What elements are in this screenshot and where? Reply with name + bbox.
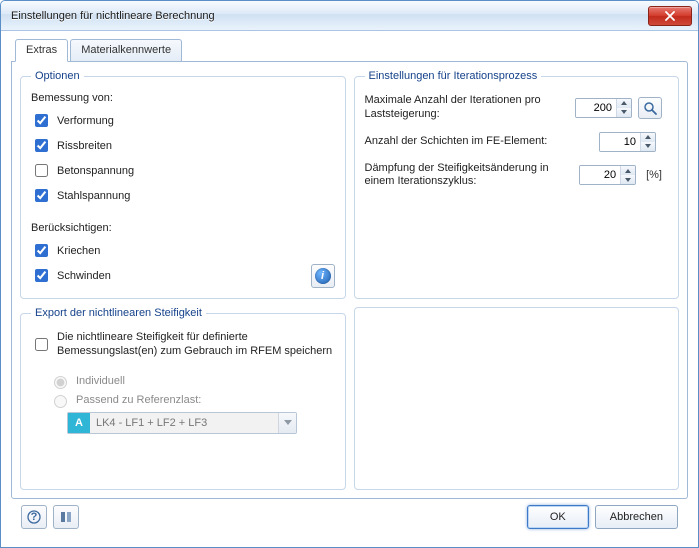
max-iter-label: Maximale Anzahl der Iterationen pro Last… [365, 94, 570, 122]
combo-badge: A [68, 413, 90, 433]
tab-extras[interactable]: Extras [15, 39, 68, 62]
cancel-button[interactable]: Abbrechen [595, 505, 678, 529]
client-area: Extras Materialkennwerte Optionen Bemess… [1, 31, 698, 547]
chevron-down-icon [645, 144, 651, 148]
chk-rissbreiten-input[interactable] [35, 139, 48, 152]
combo-dropdown-button [278, 413, 296, 433]
title-bar: Einstellungen für nichtlineare Berechnun… [1, 1, 698, 31]
reference-load-combo: A LK4 - LF1 + LF2 + LF3 [67, 412, 297, 434]
tab-materials-label: Materialkennwerte [81, 44, 171, 56]
chk-verformung-input[interactable] [35, 114, 48, 127]
radio-passend: Passend zu Referenzlast: [49, 392, 335, 408]
max-iter-up[interactable] [617, 99, 631, 108]
chk-store-stiffness-input[interactable] [35, 338, 48, 351]
beruecksichtigen-label: Berücksichtigen: [31, 222, 112, 234]
chk-schwinden-label: Schwinden [57, 270, 111, 282]
tab-materials[interactable]: Materialkennwerte [70, 39, 182, 62]
chevron-down-icon [284, 420, 292, 425]
radio-passend-input [54, 395, 67, 408]
chevron-down-icon [621, 110, 627, 114]
cancel-button-label: Abbrechen [610, 511, 663, 523]
chk-stahlspannung-label: Stahlspannung [57, 190, 130, 202]
chk-schwinden-input[interactable] [35, 269, 48, 282]
chk-betonspannung-label: Betonspannung [57, 165, 134, 177]
settings-button[interactable] [53, 505, 79, 529]
close-icon [665, 11, 675, 21]
chk-verformung-label: Verformung [57, 115, 114, 127]
damping-input[interactable] [580, 166, 620, 184]
combo-text: LK4 - LF1 + LF2 + LF3 [90, 413, 278, 433]
ok-button-label: OK [550, 511, 566, 523]
dialog-window: Einstellungen für nichtlineare Berechnun… [0, 0, 699, 548]
chk-store-stiffness[interactable]: Die nichtlineare Steifigkeit für definie… [31, 330, 335, 359]
chk-rissbreiten-label: Rissbreiten [57, 140, 112, 152]
chk-kriechen-label: Kriechen [57, 245, 100, 257]
group-export-legend: Export der nichtlinearen Steifigkeit [31, 307, 206, 319]
bemessung-von-label: Bemessung von: [31, 92, 335, 104]
group-options: Optionen Bemessung von: Verformung Rissb… [20, 70, 346, 299]
dialog-title: Einstellungen für nichtlineare Berechnun… [11, 10, 215, 22]
max-iter-spinner[interactable] [575, 98, 632, 118]
radio-passend-label: Passend zu Referenzlast: [76, 394, 201, 406]
tab-strip: Extras Materialkennwerte [11, 39, 688, 62]
layers-down[interactable] [641, 142, 655, 151]
layers-label: Anzahl der Schichten im FE-Element: [365, 135, 594, 149]
chk-betonspannung-input[interactable] [35, 164, 48, 177]
chk-stahlspannung[interactable]: Stahlspannung [31, 186, 335, 205]
chevron-down-icon [625, 178, 631, 182]
damping-up[interactable] [621, 166, 635, 175]
dialog-footer: ? OK Abbrechen [11, 499, 688, 539]
damping-label: Dämpfung der Steifigkeitsänderung in ein… [365, 162, 574, 190]
damping-unit: [%] [642, 169, 662, 181]
chk-verformung[interactable]: Verformung [31, 111, 335, 130]
layers-spinner[interactable] [599, 132, 656, 152]
chevron-up-icon [621, 101, 627, 105]
chevron-up-icon [625, 169, 631, 173]
radio-individuell-label: Individuell [76, 375, 125, 387]
info-icon: i [315, 268, 331, 284]
chk-kriechen-input[interactable] [35, 244, 48, 257]
layers-up[interactable] [641, 133, 655, 142]
empty-panel [354, 307, 680, 490]
group-options-legend: Optionen [31, 70, 84, 82]
group-iteration: Einstellungen für Iterationsprozess Maxi… [354, 70, 680, 299]
svg-text:?: ? [31, 511, 38, 523]
ok-button[interactable]: OK [527, 505, 589, 529]
chk-rissbreiten[interactable]: Rissbreiten [31, 136, 335, 155]
tab-extras-label: Extras [26, 44, 57, 56]
damping-down[interactable] [621, 175, 635, 184]
chk-kriechen[interactable]: Kriechen [31, 241, 112, 260]
max-iter-pick-button[interactable] [638, 97, 662, 119]
group-iteration-legend: Einstellungen für Iterationsprozess [365, 70, 542, 82]
chk-stahlspannung-input[interactable] [35, 189, 48, 202]
info-button[interactable]: i [311, 264, 335, 288]
radio-individuell-input [54, 376, 67, 389]
layers-input[interactable] [600, 133, 640, 151]
magnifier-icon [643, 101, 657, 115]
chk-schwinden[interactable]: Schwinden [31, 266, 112, 285]
chk-store-stiffness-label: Die nichtlineare Steifigkeit für definie… [57, 330, 335, 359]
tab-page-extras: Optionen Bemessung von: Verformung Rissb… [11, 61, 688, 499]
chk-betonspannung[interactable]: Betonspannung [31, 161, 335, 180]
settings-icon [59, 510, 73, 524]
damping-spinner[interactable] [579, 165, 636, 185]
help-icon: ? [27, 510, 41, 524]
close-button[interactable] [648, 6, 692, 26]
radio-individuell: Individuell [49, 373, 335, 389]
chevron-up-icon [645, 135, 651, 139]
max-iter-down[interactable] [617, 108, 631, 117]
help-button[interactable]: ? [21, 505, 47, 529]
max-iter-input[interactable] [576, 99, 616, 117]
group-export: Export der nichtlinearen Steifigkeit Die… [20, 307, 346, 490]
